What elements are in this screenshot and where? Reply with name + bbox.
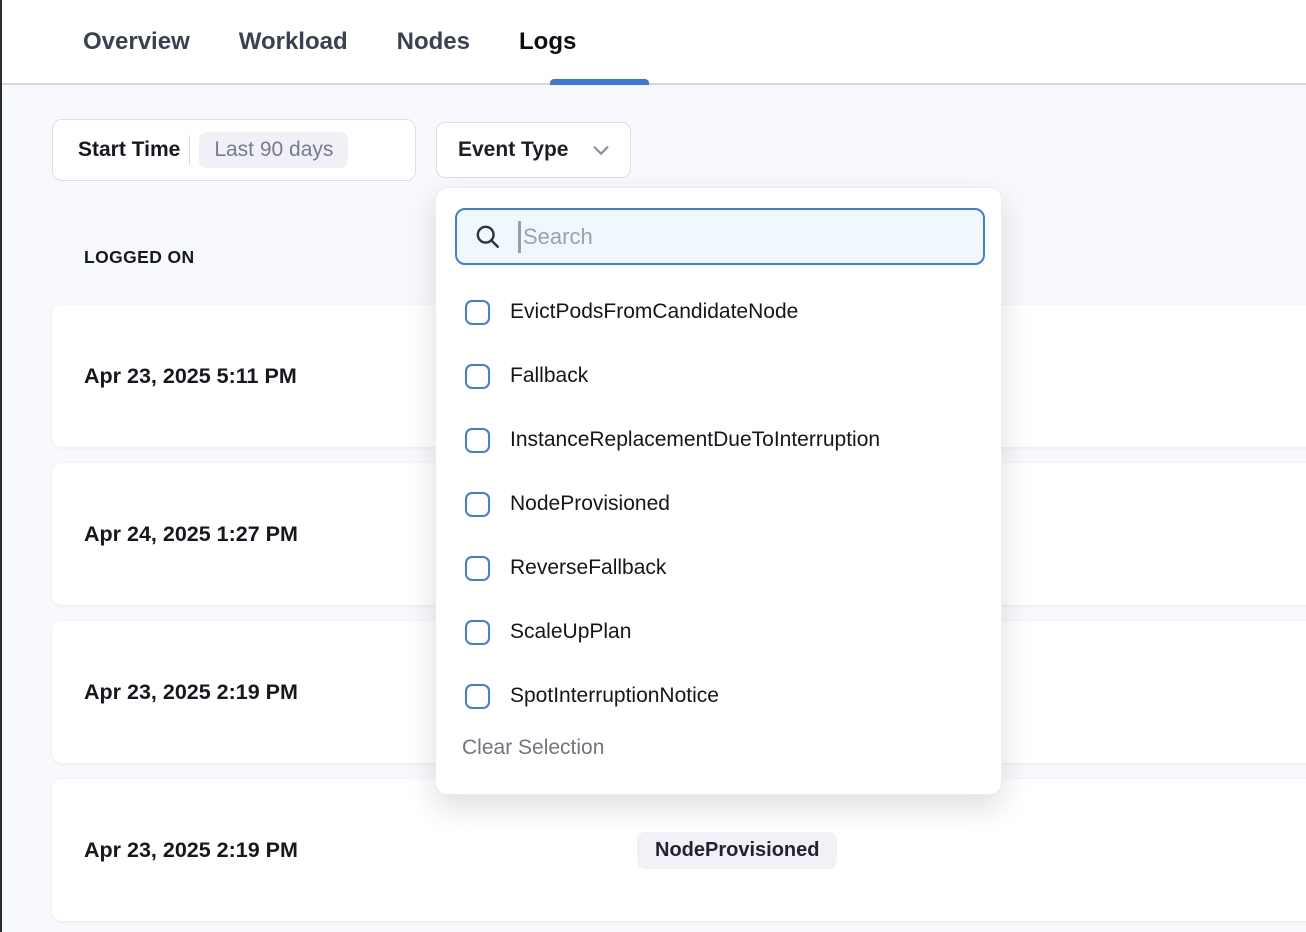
event-type-option-list: EvictPodsFromCandidateNode Fallback Inst…: [436, 280, 1001, 728]
option-instancereplacementduetointerruption[interactable]: InstanceReplacementDueToInterruption: [436, 408, 1001, 472]
active-tab-indicator: [550, 79, 649, 85]
column-header-logged-on: LOGGED ON: [84, 247, 195, 268]
event-type-label: Event Type: [458, 138, 578, 162]
logged-on-cell: Apr 23, 2025 2:19 PM: [84, 838, 637, 863]
tab-bar: Overview Workload Nodes Logs: [2, 0, 1306, 85]
checkbox-unchecked[interactable]: [465, 492, 490, 517]
filter-divider: [189, 135, 190, 165]
option-spotinterruptionnotice[interactable]: SpotInterruptionNotice: [436, 664, 1001, 728]
option-reversefallback[interactable]: ReverseFallback: [436, 536, 1001, 600]
search-icon: [473, 222, 502, 251]
event-type-badge: NodeProvisioned: [637, 832, 837, 869]
checkbox-unchecked[interactable]: [465, 428, 490, 453]
start-time-filter[interactable]: Start Time Last 90 days: [52, 119, 416, 181]
search-placeholder: Search: [523, 224, 593, 250]
option-label: ReverseFallback: [510, 556, 666, 580]
tab-logs[interactable]: Logs: [519, 30, 576, 54]
checkbox-unchecked[interactable]: [465, 620, 490, 645]
option-label: ScaleUpPlan: [510, 620, 631, 644]
option-label: SpotInterruptionNotice: [510, 684, 719, 708]
checkbox-unchecked[interactable]: [465, 364, 490, 389]
option-label: EvictPodsFromCandidateNode: [510, 300, 798, 324]
start-time-label: Start Time: [78, 138, 180, 162]
option-nodeprovisioned[interactable]: NodeProvisioned: [436, 472, 1001, 536]
checkbox-unchecked[interactable]: [465, 684, 490, 709]
option-scaleupplan[interactable]: ScaleUpPlan: [436, 600, 1001, 664]
option-fallback[interactable]: Fallback: [436, 344, 1001, 408]
start-time-value-pill: Last 90 days: [199, 132, 348, 168]
chevron-down-icon: [590, 139, 612, 161]
table-row[interactable]: Apr 23, 2025 2:19 PM NodeProvisioned: [52, 779, 1306, 921]
event-type-filter[interactable]: Event Type: [436, 122, 631, 178]
checkbox-unchecked[interactable]: [465, 300, 490, 325]
option-label: NodeProvisioned: [510, 492, 670, 516]
event-type-dropdown: Search EvictPodsFromCandidateNode Fallba…: [435, 187, 1002, 795]
checkbox-unchecked[interactable]: [465, 556, 490, 581]
option-evictpodsfromcandidatenode[interactable]: EvictPodsFromCandidateNode: [436, 280, 1001, 344]
option-label: Fallback: [510, 364, 588, 388]
search-input[interactable]: Search: [455, 208, 985, 265]
tab-workload[interactable]: Workload: [239, 30, 348, 54]
option-label: InstanceReplacementDueToInterruption: [510, 428, 880, 452]
text-cursor: [518, 221, 521, 253]
tab-nodes[interactable]: Nodes: [397, 30, 470, 54]
tab-overview[interactable]: Overview: [83, 30, 190, 54]
clear-selection-button[interactable]: Clear Selection: [462, 736, 604, 760]
